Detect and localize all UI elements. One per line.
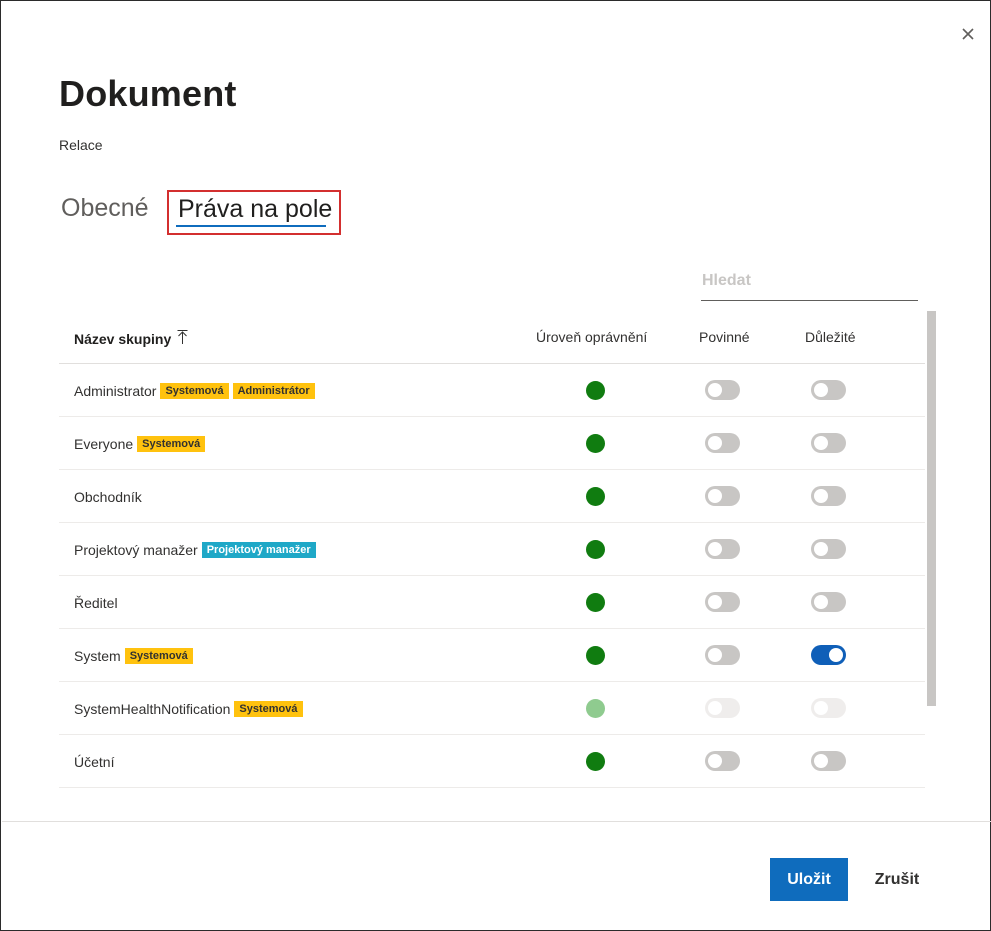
important-toggle[interactable] [811,592,846,612]
required-toggle[interactable] [705,433,740,453]
permission-level-indicator[interactable] [586,752,605,771]
dialog-title: Dokument [59,73,237,114]
permission-level-indicator[interactable] [586,593,605,612]
group-name: Everyone [74,435,134,452]
group-badge: Systemová [160,382,229,399]
group-name: System [74,647,121,664]
group-name-cell: Administrator Systemová Administrátor [74,364,315,417]
toggle-knob [708,595,722,609]
permission-level-indicator[interactable] [586,540,605,559]
tab-field-rights-label: Práva na pole [178,195,333,223]
required-toggle[interactable] [705,539,740,559]
group-name: Ředitel [74,594,118,611]
important-toggle[interactable] [811,539,846,559]
required-toggle[interactable] [705,751,740,771]
close-icon[interactable] [958,24,978,44]
table-row[interactable]: Administrator Systemová Administrátor [59,364,925,417]
required-toggle [705,698,740,718]
group-name-cell: SystemHealthNotification Systemová [74,682,303,735]
important-toggle[interactable] [811,645,846,665]
toggle-knob [829,648,843,662]
table-header: Název skupiny Úroveň oprávnění Povinné D… [59,311,925,364]
required-toggle[interactable] [705,486,740,506]
toggle-knob [708,701,722,715]
tab-general[interactable]: Obecné [61,194,149,223]
group-name: Administrator [74,382,157,399]
important-toggle[interactable] [811,486,846,506]
table-row[interactable]: SystemHealthNotification Systemová [59,682,925,735]
group-badge: Systemová [137,435,206,452]
group-name-cell: Obchodník [74,470,142,523]
table-row[interactable]: Everyone Systemová [59,417,925,470]
toggle-knob [814,701,828,715]
permission-level-indicator[interactable] [586,434,605,453]
column-header-permission-level: Úroveň oprávnění [536,329,648,345]
toggle-knob [708,754,722,768]
toggle-knob [814,542,828,556]
toggle-knob [708,542,722,556]
footer-divider [2,821,991,822]
toggle-knob [814,436,828,450]
group-rights-table: Název skupiny Úroveň oprávnění Povinné D… [59,311,925,788]
group-badge: Administrátor [232,382,315,399]
group-name: SystemHealthNotification [74,700,231,717]
permission-level-indicator[interactable] [586,487,605,506]
column-header-group-name[interactable]: Název skupiny [74,329,188,348]
important-toggle[interactable] [811,380,846,400]
group-name-cell: Ředitel [74,576,118,629]
table-row[interactable]: Projektový manažer Projektový manažer [59,523,925,576]
table-row[interactable]: Účetní [59,735,925,788]
table-row[interactable]: Obchodník [59,470,925,523]
toggle-knob [708,383,722,397]
table-body: Administrator Systemová Administrátor Every… [59,364,925,788]
save-button[interactable]: Uložit [770,858,848,901]
toggle-knob [814,489,828,503]
toggle-knob [708,648,722,662]
search-input[interactable] [701,263,918,299]
tab-field-rights[interactable]: Práva na pole [167,190,341,235]
group-name: Účetní [74,753,115,770]
dialog: Dokument Relace Obecné Práva na pole Náz… [0,0,991,931]
group-name-cell: Everyone Systemová [74,417,206,470]
group-badge: Projektový manažer [201,541,316,558]
important-toggle[interactable] [811,433,846,453]
required-toggle[interactable] [705,380,740,400]
group-name-cell: Účetní [74,735,114,788]
group-name-cell: System Systemová [74,629,193,682]
permission-level-indicator[interactable] [586,381,605,400]
dialog-subtitle: Relace [59,137,103,153]
required-toggle[interactable] [705,645,740,665]
column-header-group-name-label: Název skupiny [74,330,172,347]
permission-level-indicator[interactable] [586,646,605,665]
toggle-knob [814,595,828,609]
toggle-knob [814,754,828,768]
important-toggle[interactable] [811,751,846,771]
group-name: Obchodník [74,488,142,505]
permission-level-indicator[interactable] [586,699,605,718]
column-header-required: Povinné [699,329,750,345]
column-header-important: Důležité [805,329,856,345]
search-box [701,263,918,301]
group-name: Projektový manažer [74,541,198,558]
sort-ascending-icon [177,329,188,348]
toggle-knob [708,489,722,503]
toggle-knob [708,436,722,450]
table-row[interactable]: Ředitel [59,576,925,629]
table-scrollbar[interactable] [927,311,936,706]
table-row[interactable]: System Systemová [59,629,925,682]
group-name-cell: Projektový manažer Projektový manažer [74,523,316,576]
tab-selected-underline [176,225,326,227]
group-badge: Systemová [124,647,193,664]
cancel-button[interactable]: Zrušit [858,858,936,901]
important-toggle [811,698,846,718]
group-badge: Systemová [234,700,303,717]
toggle-knob [814,383,828,397]
required-toggle[interactable] [705,592,740,612]
